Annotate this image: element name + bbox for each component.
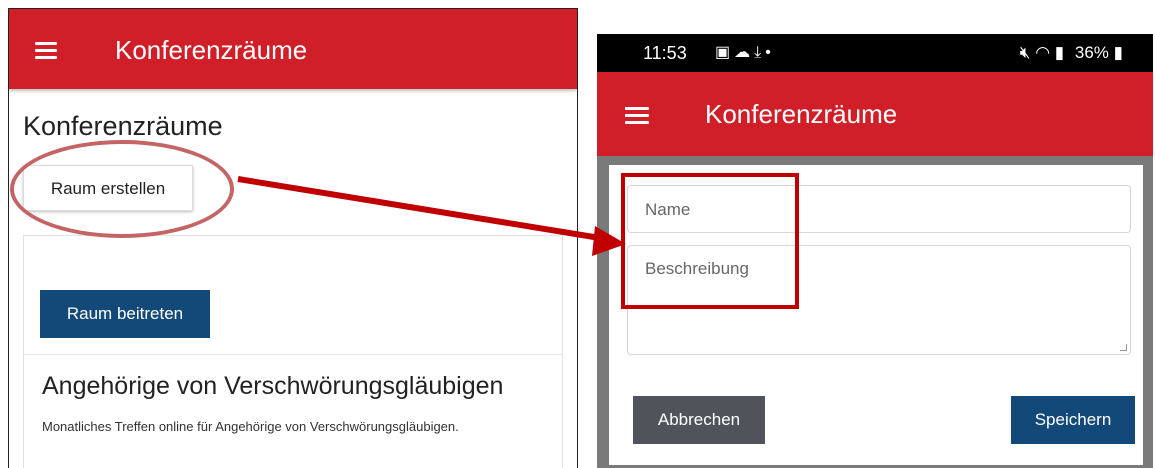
page-title: Konferenzräume [23,111,223,141]
download-icon: ⤓ [754,44,766,61]
card-divider [24,354,562,355]
wifi-icon: ◠ [1035,43,1051,62]
resize-handle-icon[interactable] [1120,344,1127,351]
cloud-icon: ☁ [734,44,755,61]
room-description: Monatliches Treffen online für Angehörig… [42,419,459,434]
app-bar: Konferenzräume [597,72,1153,156]
join-room-button[interactable]: Raum beitreten [40,290,210,338]
highlight-ellipse [10,140,234,238]
battery-icon: ▮ [1113,43,1123,62]
status-time: 11:53 [643,43,687,63]
status-right: 🔇︎ ◠ ▮ 36% ▮ [1020,43,1123,63]
app-title: Konferenzräume [705,99,898,129]
room-card: Raum beitreten Angehörige von Verschwöru… [23,235,563,468]
status-notification-icons: ▣☁⤓• [715,42,775,62]
cancel-button[interactable]: Abbrechen [633,396,765,444]
room-title: Angehörige von Verschwörungsgläubigen [42,372,504,400]
hamburger-menu-icon[interactable] [625,107,649,124]
app-bar: Konferenzräume [9,9,577,89]
app-title: Konferenzräume [115,35,308,65]
hamburger-menu-icon[interactable] [35,42,57,59]
mute-icon: 🔇︎ [1019,43,1031,62]
dot-icon: • [765,44,775,61]
save-button[interactable]: Speichern [1011,396,1135,444]
left-screen: Konferenzräume Konferenzräume Raum erste… [8,8,578,468]
image-icon: ▣ [715,44,735,61]
battery-level: 36% [1074,43,1109,62]
status-bar: 11:53 ▣☁⤓• 🔇︎ ◠ ▮ 36% ▮ [597,34,1153,72]
highlight-rectangle [621,173,799,309]
signal-icon: ▮ [1054,43,1065,62]
